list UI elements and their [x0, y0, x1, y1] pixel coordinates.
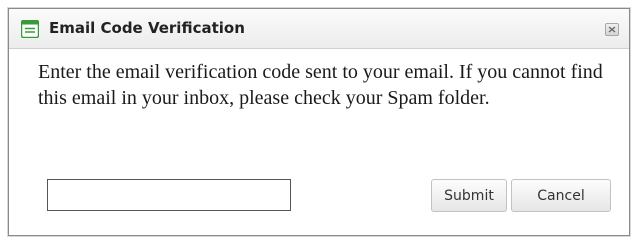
- email-verification-dialog: Email Code Verification Enter the email …: [8, 8, 630, 236]
- cancel-button[interactable]: Cancel: [511, 179, 611, 212]
- verification-code-input[interactable]: [47, 179, 291, 211]
- form-window-icon: [20, 19, 40, 39]
- dialog-title-bar[interactable]: Email Code Verification: [9, 9, 629, 49]
- dialog-title: Email Code Verification: [49, 19, 245, 37]
- submit-button[interactable]: Submit: [431, 179, 507, 212]
- verification-instructions: Enter the email verification code sent t…: [38, 61, 603, 109]
- close-icon: [608, 26, 616, 33]
- close-button[interactable]: [605, 23, 619, 36]
